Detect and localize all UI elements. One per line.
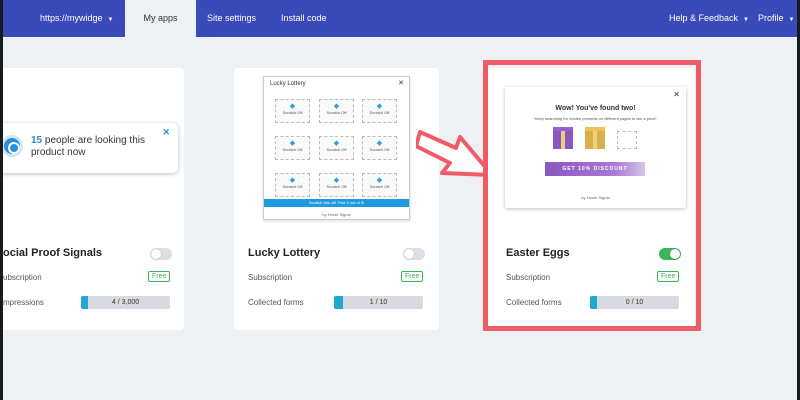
tab-site-settings[interactable]: Site settings xyxy=(207,0,256,37)
scratch-tile-label: Scratch Off xyxy=(326,184,347,189)
tab-install-code[interactable]: Install code xyxy=(281,0,327,37)
people-count: 15 xyxy=(31,135,43,146)
scratch-tile: ◆ Scratch Off xyxy=(362,173,397,197)
tab-my-apps-label: My apps xyxy=(143,13,178,23)
tab-site-settings-label: Site settings xyxy=(207,13,257,23)
diamond-icon: ◆ xyxy=(289,140,296,147)
progress-fill xyxy=(334,296,343,309)
scratch-tile-label: Scratch Off xyxy=(326,147,347,152)
site-select-dropdown[interactable]: https://mywidge ▼ xyxy=(40,0,113,37)
scratch-tile-label: Scratch Off xyxy=(369,184,390,189)
usage-progress: 4 / 3,000 xyxy=(81,296,170,309)
lottery-preview-footer: by Hover Signal xyxy=(322,212,351,217)
diamond-icon: ◆ xyxy=(376,177,383,184)
help-feedback-label: Help & Feedback xyxy=(669,13,739,23)
stat-label: mpressions xyxy=(3,298,44,307)
profile-label: Profile xyxy=(758,13,784,23)
app-card-lucky-lottery[interactable]: Lucky Lottery ✕ ◆ Scratch Off ◆ Scratch Off… xyxy=(234,68,439,330)
toggle-knob xyxy=(151,249,161,259)
progress-text: 1 / 10 xyxy=(369,299,388,306)
preview-area: 15 people are looking this product now ✕ xyxy=(3,68,184,228)
scratch-tile: ◆ Scratch Off xyxy=(319,99,354,123)
tab-my-apps[interactable]: My apps xyxy=(125,0,196,37)
stat-label: Collected forms xyxy=(248,298,304,307)
close-icon: ✕ xyxy=(398,80,404,87)
help-feedback-menu[interactable]: Help & Feedback ▼ xyxy=(669,0,749,37)
scratch-tile: ◆ Scratch Off xyxy=(275,136,310,160)
scratch-tile: ◆ Scratch Off xyxy=(275,173,310,197)
scratch-tile-label: Scratch Off xyxy=(282,184,303,189)
subscription-label: ubscription xyxy=(3,273,42,282)
progress-fill xyxy=(81,296,89,309)
social-proof-text: people are looking this product now xyxy=(31,135,145,158)
tab-install-code-label: Install code xyxy=(281,13,327,23)
diamond-icon: ◆ xyxy=(289,177,296,184)
diamond-icon: ◆ xyxy=(333,140,340,147)
scratch-tile: ◆ Scratch Off xyxy=(362,99,397,123)
card-title: ocial Proof Signals xyxy=(3,247,103,259)
enable-toggle[interactable] xyxy=(403,248,425,260)
progress-text: 4 / 3,000 xyxy=(111,299,140,306)
scratch-tile: ◆ Scratch Off xyxy=(319,173,354,197)
enable-toggle[interactable] xyxy=(150,248,172,260)
diamond-icon: ◆ xyxy=(376,103,383,110)
eye-icon xyxy=(3,135,23,157)
usage-progress: 1 / 10 xyxy=(334,296,423,309)
social-proof-message: 15 people are looking this product now xyxy=(31,135,161,159)
toggle-knob xyxy=(404,249,414,259)
scratch-tile-label: Scratch Off xyxy=(369,110,390,115)
top-nav: https://mywidge ▼ My apps Site settings I… xyxy=(3,0,797,37)
card-title: Lucky Lottery xyxy=(248,247,321,259)
chevron-down-icon: ▼ xyxy=(107,17,114,23)
free-badge: Free xyxy=(148,271,171,282)
scratch-tile-label: Scratch Off xyxy=(282,147,303,152)
app-card-social-proof[interactable]: 15 people are looking this product now ✕… xyxy=(3,68,184,330)
chevron-down-icon: ▼ xyxy=(788,17,795,23)
lottery-preview-bar: Scratch this off! Find 3 out of 9! xyxy=(264,199,409,207)
site-select-label: https://mywidge xyxy=(40,13,103,23)
diamond-icon: ◆ xyxy=(333,103,340,110)
subscription-label: Subscription xyxy=(248,273,293,282)
free-badge: Free xyxy=(401,271,424,282)
diamond-icon: ◆ xyxy=(376,140,383,147)
lottery-preview-title: Lucky Lottery xyxy=(270,81,306,87)
diamond-icon: ◆ xyxy=(289,103,296,110)
chevron-down-icon: ▼ xyxy=(743,17,749,23)
scratch-tile-label: Scratch Off xyxy=(326,110,347,115)
scratch-tile: ◆ Scratch Off xyxy=(319,136,354,160)
diamond-icon: ◆ xyxy=(333,177,340,184)
scratch-tile-label: Scratch Off xyxy=(369,147,390,152)
close-icon: ✕ xyxy=(162,127,170,137)
scratch-tile: ◆ Scratch Off xyxy=(275,99,310,123)
scratch-tile: ◆ Scratch Off xyxy=(362,136,397,160)
highlight-frame xyxy=(483,60,701,331)
scratch-tile-label: Scratch Off xyxy=(282,110,303,115)
app-frame: https://mywidge ▼ My apps Site settings I… xyxy=(3,0,797,400)
social-proof-popup: 15 people are looking this product now ✕ xyxy=(3,123,178,173)
profile-menu[interactable]: Profile ▼ xyxy=(758,0,794,37)
lottery-preview: Lucky Lottery ✕ ◆ Scratch Off ◆ Scratch Off… xyxy=(263,76,410,220)
